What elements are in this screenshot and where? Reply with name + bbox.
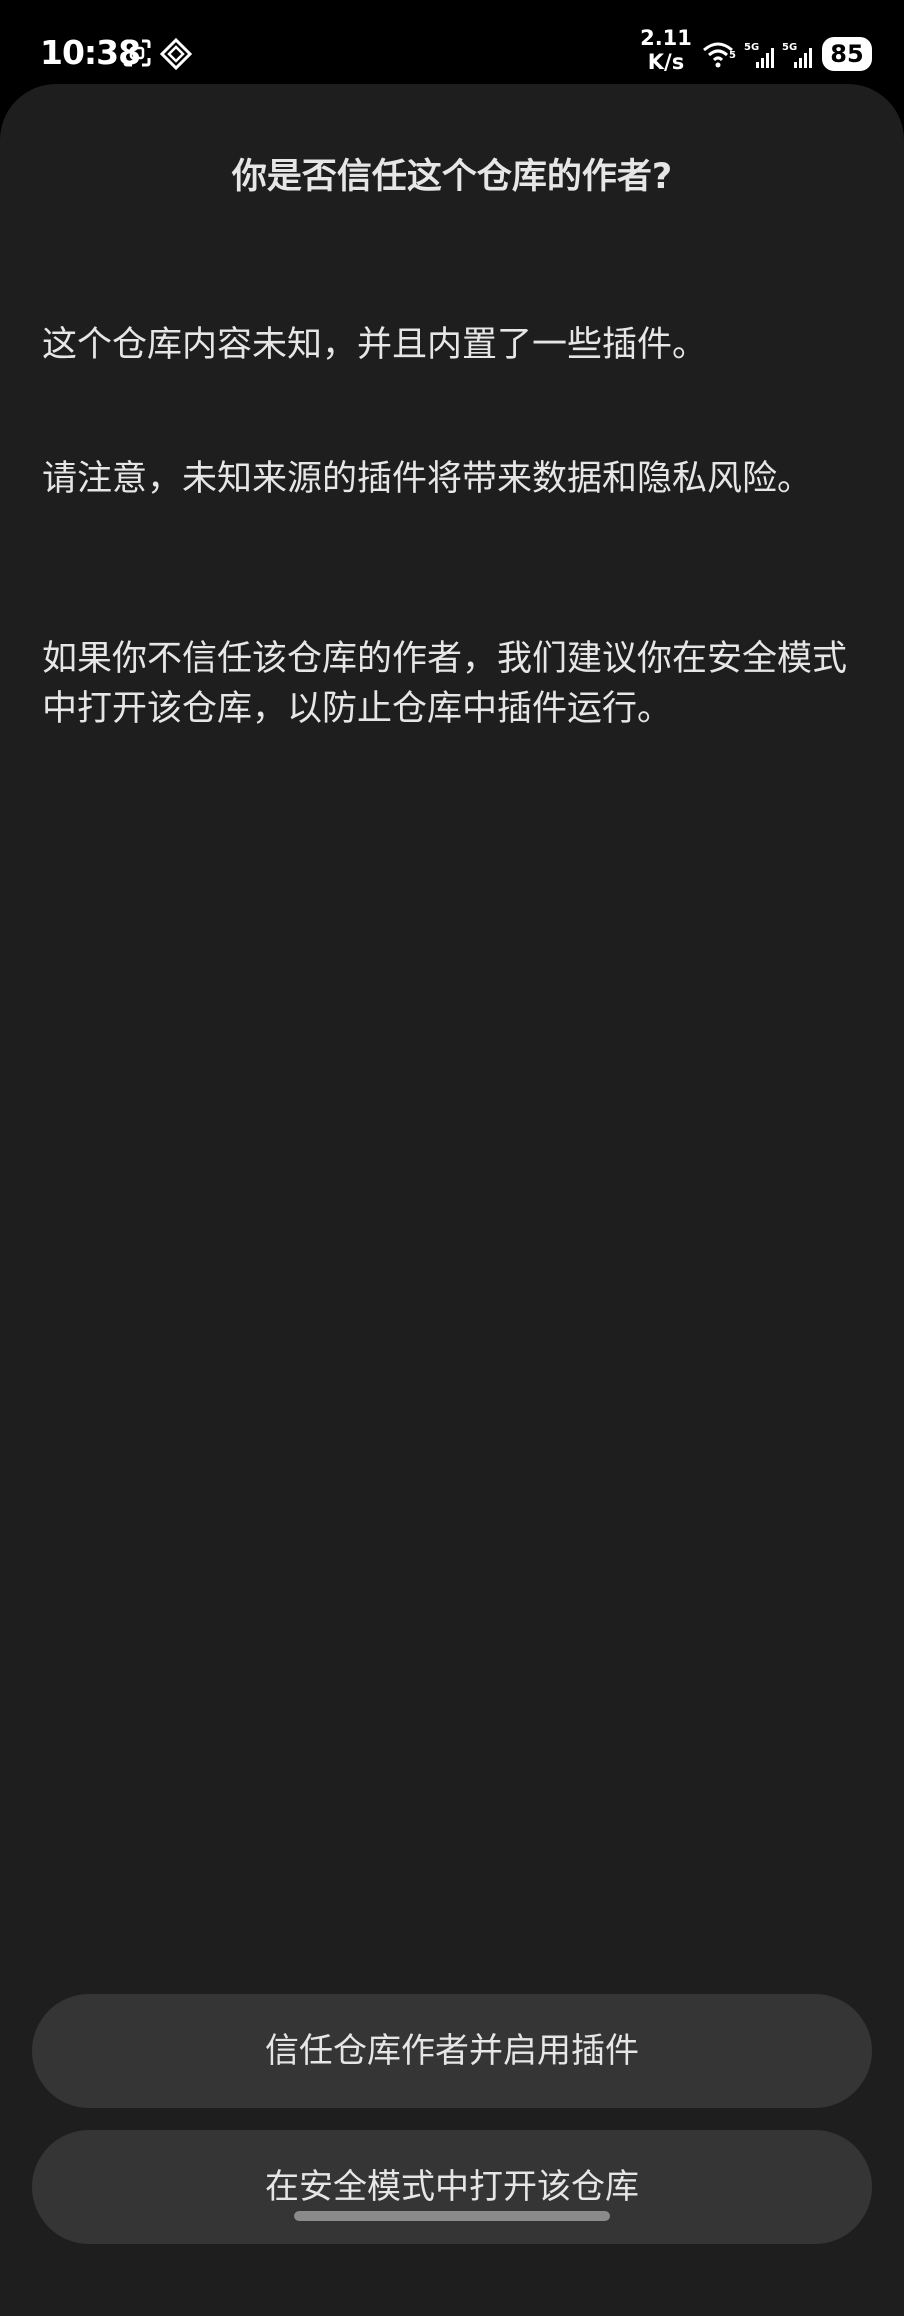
home-indicator[interactable] bbox=[294, 2211, 610, 2221]
network-speed: 2.11 K/s bbox=[640, 26, 692, 74]
wifi-icon: 5 bbox=[703, 42, 736, 68]
trust-dialog-sheet: 你是否信任这个仓库的作者? 这个仓库内容未知，并且内置了一些插件。 请注意，未知… bbox=[0, 84, 904, 2316]
dialog-title: 你是否信任这个仓库的作者? bbox=[231, 157, 673, 197]
signal-5g-icon: 5G bbox=[744, 42, 774, 68]
signal-5g-icon-2: 5G bbox=[782, 42, 812, 68]
svg-text:5G: 5G bbox=[782, 42, 797, 53]
open-in-safe-mode-button[interactable]: 在安全模式中打开该仓库 bbox=[32, 2130, 872, 2244]
dialog-paragraph-safe-mode-advice: 如果你不信任该仓库的作者，我们建议你在安全模式中打开该仓库，以防止仓库中插件运行… bbox=[42, 639, 848, 729]
battery-indicator: 85 bbox=[822, 37, 872, 71]
screenshot-icon bbox=[123, 39, 151, 67]
network-speed-unit: K/s bbox=[647, 50, 685, 74]
dialog-paragraph-privacy-risk: 请注意，未知来源的插件将带来数据和隐私风险。 bbox=[42, 459, 813, 499]
trust-author-enable-plugins-button[interactable]: 信任仓库作者并启用插件 bbox=[32, 1994, 872, 2108]
svg-text:5G: 5G bbox=[744, 42, 759, 53]
network-speed-value: 2.11 bbox=[640, 26, 692, 50]
svg-text:5: 5 bbox=[729, 50, 736, 61]
dialog-paragraph-unknown-content: 这个仓库内容未知，并且内置了一些插件。 bbox=[42, 325, 708, 365]
status-bar: 10:38 2.11 K/s 5 5G 5G 85 bbox=[0, 0, 904, 86]
vpn-diamond-icon bbox=[160, 38, 192, 70]
